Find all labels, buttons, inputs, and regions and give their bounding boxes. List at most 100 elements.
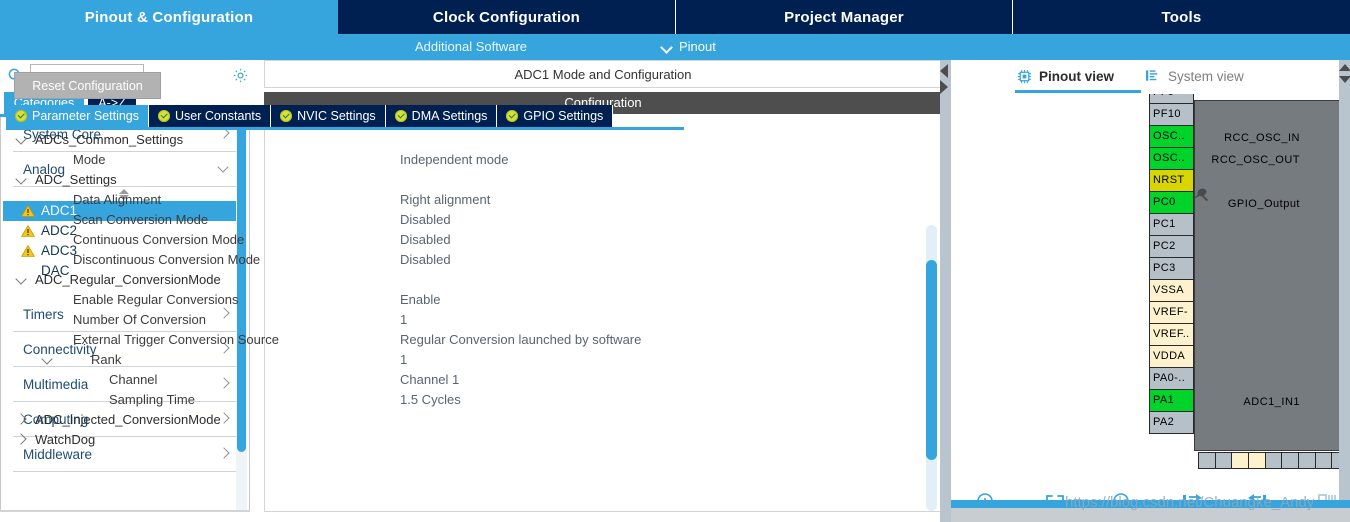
collapse-left-icon[interactable] xyxy=(940,64,948,78)
parameter-tree-scrollbar[interactable] xyxy=(925,225,938,511)
tab-gpio-settings[interactable]: GPIO Settings xyxy=(497,105,614,127)
tree-row-label: Channel xyxy=(109,372,158,387)
signal-label: RCC_OSC_IN xyxy=(1224,132,1300,144)
tree-row-label: Discontinuous Conversion Mode xyxy=(73,252,261,267)
tree-row[interactable]: ADCs_Common_Settings xyxy=(7,130,671,150)
sub-tab-additional-software[interactable]: Additional Software xyxy=(415,34,527,60)
tab-label: Pinout & Configuration xyxy=(84,8,254,26)
scroll-up-icon[interactable] xyxy=(1339,64,1350,71)
chevron-down-icon[interactable] xyxy=(41,350,55,370)
tree-row[interactable]: ADC_Injected_ConversionMode xyxy=(7,410,671,430)
chip-diagram[interactable]: PF9 PF10 OSC.. OSC.. NRST PC0 PC1 PC2 PC… xyxy=(951,94,1350,486)
tab-tools[interactable]: Tools xyxy=(1013,0,1350,34)
bottom-pin[interactable] xyxy=(1299,453,1316,468)
tree-row-value: 1 xyxy=(400,352,408,367)
tree-row[interactable]: Data Alignment Right alignment xyxy=(7,190,671,210)
tree-row[interactable]: ADC_Settings xyxy=(7,170,671,190)
bottom-pin[interactable] xyxy=(1249,453,1266,468)
tree-row-label: Continuous Conversion Mode xyxy=(73,232,245,247)
bottom-strip xyxy=(0,512,950,522)
tree-row[interactable]: Mode Independent mode xyxy=(7,150,671,170)
bottom-pin[interactable] xyxy=(1232,453,1250,468)
tree-row-label: ADC_Settings xyxy=(35,172,117,187)
tab-label: System view xyxy=(1168,68,1244,84)
tree-row[interactable]: Sampling Time 1.5 Cycles xyxy=(7,390,671,410)
list-icon xyxy=(1146,70,1158,81)
reset-configuration-button[interactable]: Reset Configuration xyxy=(14,72,161,99)
tab-label: NVIC Settings xyxy=(297,109,376,123)
check-circle-icon xyxy=(394,110,407,122)
tree-row-value: Disabled xyxy=(400,232,451,247)
tree-row[interactable]: External Trigger Conversion Source Regula… xyxy=(7,330,671,350)
sub-tab-label: Additional Software xyxy=(415,39,528,54)
pinout-tab-underline xyxy=(1015,90,1141,93)
bottom-pin[interactable] xyxy=(1282,453,1300,468)
tree-row-label: Number Of Conversion xyxy=(73,312,206,327)
chevron-down-icon xyxy=(662,42,673,53)
reset-configuration-label: Reset Configuration xyxy=(32,78,143,93)
signal-label: ADC1_IN1 xyxy=(1243,396,1300,408)
sub-tab-bar: Additional Software Pinout xyxy=(0,34,1350,60)
tree-row-label: WatchDog xyxy=(35,432,96,447)
tree-row-label: Sampling Time xyxy=(109,392,195,407)
bottom-pin[interactable] xyxy=(1316,453,1333,468)
chevron-right-icon[interactable] xyxy=(15,430,29,450)
bottom-pin[interactable] xyxy=(1216,453,1233,468)
gear-icon[interactable] xyxy=(232,67,249,84)
tree-row[interactable]: Enable Regular Conversions Enable xyxy=(7,290,671,310)
tab-pinout-configuration[interactable]: Pinout & Configuration xyxy=(0,0,338,34)
bottom-pin[interactable] xyxy=(1199,453,1216,468)
pin-signal-RCC_OSC_IN: RCC_OSC_IN xyxy=(1224,127,1300,150)
signal-label: GPIO_Output xyxy=(1227,198,1300,210)
tree-row[interactable]: Scan Conversion Mode Disabled xyxy=(7,210,671,230)
check-circle-icon xyxy=(158,110,170,122)
parameter-tree: ADCs_Common_Settings Mode Independent mod… xyxy=(7,130,671,512)
tab-label: Pinout view xyxy=(1039,68,1115,84)
tab-label: Clock Configuration xyxy=(432,8,581,26)
cubemx-window: Pinout & Configuration Clock Configurati… xyxy=(0,0,1350,522)
pin-signal-GPIO_Output: GPIO_Output xyxy=(1228,193,1300,216)
tree-row[interactable]: Continuous Conversion Mode Disabled xyxy=(7,230,671,250)
sub-tab-label: Pinout xyxy=(679,39,716,54)
check-circle-icon xyxy=(15,110,27,122)
pinout-view-tabs: Pinout view System view xyxy=(951,60,1350,93)
tab-project-manager[interactable]: Project Manager xyxy=(676,0,1013,34)
chevron-down-icon[interactable] xyxy=(15,270,29,290)
configuration-sub-tabs: Parameter Settings User Constants NVIC S… xyxy=(6,105,614,127)
tab-dma-settings[interactable]: DMA Settings xyxy=(385,105,498,127)
check-circle-icon xyxy=(506,110,519,122)
chevron-right-icon[interactable] xyxy=(15,410,29,430)
signal-label: RCC_OSC_OUT xyxy=(1211,154,1300,166)
pin-signal-labels: RCC_OSC_IN RCC_OSC_OUT GPIO_Output ADC1_… xyxy=(951,94,1350,486)
scrollbar-thumb[interactable] xyxy=(926,260,937,460)
pinout-scrollbar[interactable] xyxy=(1339,60,1350,522)
tab-clock-configuration[interactable]: Clock Configuration xyxy=(338,0,676,34)
tree-row-value: Disabled xyxy=(400,212,451,227)
sub-tab-pinout[interactable]: Pinout xyxy=(662,34,716,60)
mode-header: ADC1 Mode and Configuration xyxy=(264,60,942,88)
chevron-down-icon[interactable] xyxy=(15,170,29,190)
tab-nvic-settings[interactable]: NVIC Settings xyxy=(271,105,386,127)
tab-pinout-view[interactable]: Pinout view xyxy=(1017,64,1114,88)
panel-divider-right[interactable] xyxy=(940,60,951,522)
bottom-pin[interactable] xyxy=(1266,453,1283,468)
tree-row[interactable]: Discontinuous Conversion Mode Disabled xyxy=(7,250,671,270)
tree-row-value: Right alignment xyxy=(400,192,491,207)
tree-row[interactable]: ADC_Regular_ConversionMode xyxy=(7,270,671,290)
tree-row-value: Enable xyxy=(400,292,441,307)
tab-parameter-settings[interactable]: Parameter Settings xyxy=(6,105,149,127)
tree-row[interactable]: Number Of Conversion 1 xyxy=(7,310,671,330)
tree-row-value: Disabled xyxy=(400,252,451,267)
tree-row-value: Independent mode xyxy=(400,152,509,167)
tree-row-value: 1.5 Cycles xyxy=(400,392,461,407)
tree-row[interactable]: WatchDog xyxy=(7,430,671,450)
tree-row[interactable]: Rank 1 xyxy=(7,350,671,370)
chevron-down-icon[interactable] xyxy=(15,130,29,150)
collapse-right-icon[interactable] xyxy=(940,80,948,94)
tab-user-constants[interactable]: User Constants xyxy=(149,105,272,127)
tab-system-view[interactable]: System view xyxy=(1146,64,1244,88)
tree-row-value: 1 xyxy=(400,312,408,327)
tree-row[interactable]: Channel Channel 1 xyxy=(7,370,671,390)
check-circle-icon xyxy=(280,110,293,122)
scroll-down-icon[interactable] xyxy=(1339,76,1350,83)
